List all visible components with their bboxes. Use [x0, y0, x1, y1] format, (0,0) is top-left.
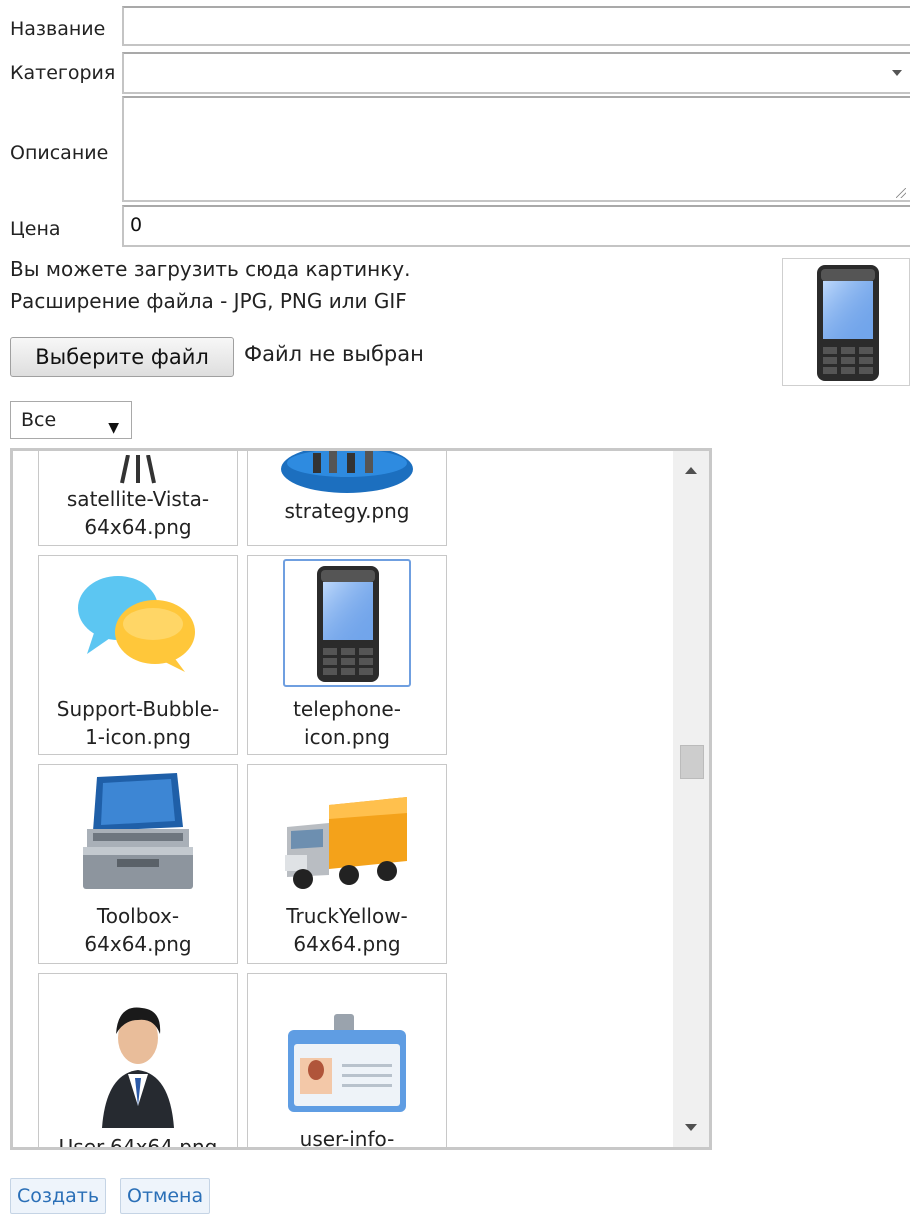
- gallery-item-caption: 1-icon.png: [85, 725, 191, 749]
- scroll-thumb[interactable]: [680, 745, 704, 779]
- gallery-item-support-bubble[interactable]: Support-Bubble- 1-icon.png: [38, 555, 238, 755]
- cancel-button[interactable]: Отмена: [120, 1178, 211, 1214]
- file-status-text: Файл не выбран: [244, 342, 424, 366]
- gallery-item-strategy[interactable]: strategy.png: [247, 451, 447, 546]
- strategy-icon: [281, 451, 413, 493]
- gallery-item-caption: strategy.png: [284, 499, 410, 523]
- gallery-item-user[interactable]: User-64x64.png: [38, 973, 238, 1150]
- gallery-item-caption: 64x64.png: [293, 932, 401, 956]
- gallery-item-caption: icon.png: [304, 725, 390, 749]
- chevron-down-icon: ▼: [108, 420, 119, 436]
- category-filter-select[interactable]: Все ▼: [10, 401, 132, 439]
- telephone-icon: [317, 566, 379, 682]
- description-textarea[interactable]: [122, 96, 910, 202]
- price-input[interactable]: 0: [122, 205, 910, 247]
- create-button[interactable]: Создать: [10, 1178, 107, 1214]
- telephone-icon: [817, 265, 879, 381]
- name-label: Название: [10, 18, 106, 40]
- gallery-item-user-info[interactable]: user-info-: [247, 973, 447, 1150]
- upload-hint-line2: Расширение файла - JPG, PNG или GIF: [10, 289, 407, 313]
- gallery-item-caption: TruckYellow-: [286, 904, 408, 928]
- gallery-item-caption: Toolbox-: [96, 904, 180, 928]
- image-gallery[interactable]: satellite-Vista- 64x64.png strategy.png …: [10, 448, 712, 1150]
- gallery-item-caption: 64x64.png: [84, 515, 192, 539]
- resize-grip-icon[interactable]: [896, 188, 906, 198]
- chevron-down-icon: [892, 70, 902, 76]
- gallery-item-caption: Support-Bubble-: [56, 697, 220, 721]
- toolbox-icon: [83, 773, 193, 889]
- gallery-item-caption: satellite-Vista-: [66, 487, 210, 511]
- gallery-item-caption: User-64x64.png: [58, 1135, 218, 1150]
- user-icon: [102, 1007, 174, 1128]
- description-label: Описание: [10, 142, 109, 164]
- gallery-item-telephone[interactable]: telephone- icon.png: [247, 555, 447, 755]
- user-info-card-icon: [288, 1014, 406, 1112]
- gallery-item-toolbox[interactable]: Toolbox- 64x64.png: [38, 764, 238, 964]
- speech-bubbles-icon: [78, 576, 195, 672]
- truck-icon: [285, 797, 407, 889]
- name-input[interactable]: [122, 6, 910, 46]
- scroll-down-arrow-icon[interactable]: [685, 1124, 697, 1131]
- satellite-icon: [120, 455, 156, 484]
- gallery-item-caption: telephone-: [293, 697, 401, 721]
- price-label: Цена: [10, 218, 61, 240]
- gallery-item-satellite[interactable]: satellite-Vista- 64x64.png: [38, 451, 238, 546]
- filter-value: Все: [21, 409, 57, 431]
- image-preview: [782, 258, 910, 386]
- scroll-up-arrow-icon[interactable]: [685, 467, 697, 474]
- category-label: Категория: [10, 62, 116, 84]
- gallery-scrollbar[interactable]: [673, 451, 709, 1147]
- gallery-item-truck[interactable]: TruckYellow- 64x64.png: [247, 764, 447, 964]
- category-select[interactable]: [122, 52, 910, 94]
- choose-file-button[interactable]: Выберите файл: [10, 337, 234, 377]
- upload-hint-line1: Вы можете загрузить сюда картинку.: [10, 257, 411, 281]
- gallery-item-caption: user-info-: [299, 1127, 395, 1150]
- gallery-item-caption: 64x64.png: [84, 932, 192, 956]
